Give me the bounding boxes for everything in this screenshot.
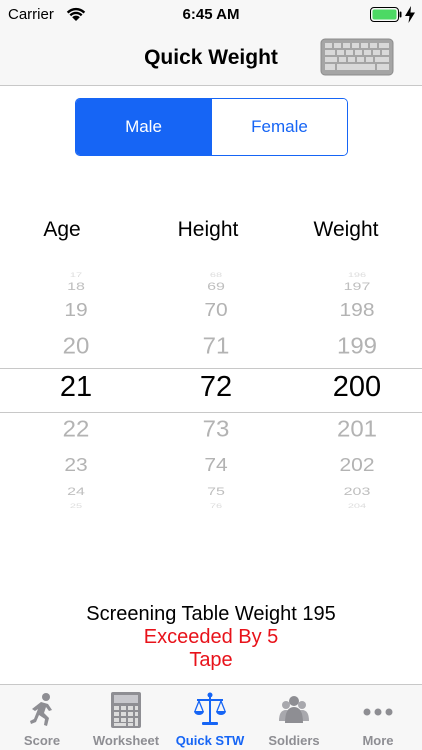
tab-soldiers[interactable]: Soldiers (252, 685, 336, 750)
clock: 6:45 AM (182, 6, 240, 23)
tab-label-score: Score (23, 733, 61, 748)
status-bar: Carrier 6:45 AM (0, 0, 422, 30)
soldiers-icon (279, 696, 309, 723)
age-picker-value[interactable]: 20 (6, 335, 146, 358)
keyboard-icon[interactable] (320, 38, 394, 76)
height-picker-value[interactable]: 75 (146, 486, 286, 497)
weight-picker-value[interactable]: 196 (287, 272, 422, 278)
age-picker-value[interactable]: 19 (6, 301, 146, 319)
height-picker[interactable]: 68 69 70 71 72 73 74 75 76 (146, 268, 286, 509)
charging-bolt-icon (405, 6, 415, 23)
age-picker[interactable]: 17 18 19 20 21 22 23 24 25 (6, 268, 146, 509)
height-picker-value[interactable]: 71 (146, 335, 286, 358)
tab-label-quick-stw: Quick STW (175, 733, 245, 748)
tab-score[interactable]: Score (0, 685, 84, 750)
tab-more[interactable]: More (336, 685, 420, 750)
tab-label-worksheet: Worksheet (92, 733, 160, 748)
gender-segmented-control: Male Female (75, 98, 348, 156)
weight-picker-selected-value[interactable]: 200 (287, 373, 422, 402)
age-picker-value[interactable]: 23 (6, 456, 146, 474)
height-picker-value[interactable]: 76 (146, 503, 286, 509)
height-picker-value[interactable]: 73 (146, 418, 286, 441)
calculator-icon (111, 692, 141, 728)
height-picker-value[interactable]: 74 (146, 456, 286, 474)
height-picker-selected-value[interactable]: 72 (146, 373, 286, 402)
height-picker-value[interactable]: 68 (146, 272, 286, 278)
weight-picker-value[interactable]: 202 (287, 456, 422, 474)
screening-table-weight-text: Screening Table Weight 195 (86, 603, 336, 625)
segment-male[interactable]: Male (76, 99, 211, 155)
age-picker-value[interactable]: 18 (6, 281, 146, 292)
weight-column-header: Weight (313, 218, 379, 241)
tab-worksheet[interactable]: Worksheet (84, 685, 168, 750)
age-picker-value[interactable]: 17 (6, 272, 146, 278)
weight-picker-value[interactable]: 203 (287, 486, 422, 497)
scale-icon (194, 692, 226, 725)
segment-female[interactable]: Female (211, 99, 347, 155)
age-picker-value[interactable]: 24 (6, 486, 146, 497)
runner-icon (30, 693, 52, 726)
height-column-header: Height (177, 218, 239, 241)
weight-picker-value[interactable]: 197 (287, 281, 422, 292)
exceeded-by-text: Exceeded By 5 (143, 626, 279, 648)
tab-label-soldiers: Soldiers (268, 733, 320, 748)
age-picker-selected-value[interactable]: 21 (6, 373, 146, 402)
weight-picker-value[interactable]: 201 (287, 418, 422, 441)
age-picker-value[interactable]: 25 (6, 503, 146, 509)
tape-text: Tape (189, 649, 233, 671)
more-dots-icon (363, 708, 393, 716)
age-column-header: Age (43, 218, 81, 241)
weight-picker-value[interactable]: 198 (287, 301, 422, 319)
navigation-bar: Quick Weight (0, 30, 422, 86)
tab-label-more: More (362, 733, 394, 748)
weight-picker-value[interactable]: 204 (287, 503, 422, 509)
tab-quick-stw[interactable]: Quick STW (168, 685, 252, 750)
weight-picker-value[interactable]: 199 (287, 335, 422, 358)
battery-icon (370, 7, 402, 22)
tab-bar: Score Worksheet Quick STW Soldiers More (0, 684, 422, 750)
age-picker-value[interactable]: 22 (6, 418, 146, 441)
height-picker-value[interactable]: 70 (146, 301, 286, 319)
weight-picker[interactable]: 196 197 198 199 200 201 202 203 204 (287, 268, 422, 509)
height-picker-value[interactable]: 69 (146, 281, 286, 292)
